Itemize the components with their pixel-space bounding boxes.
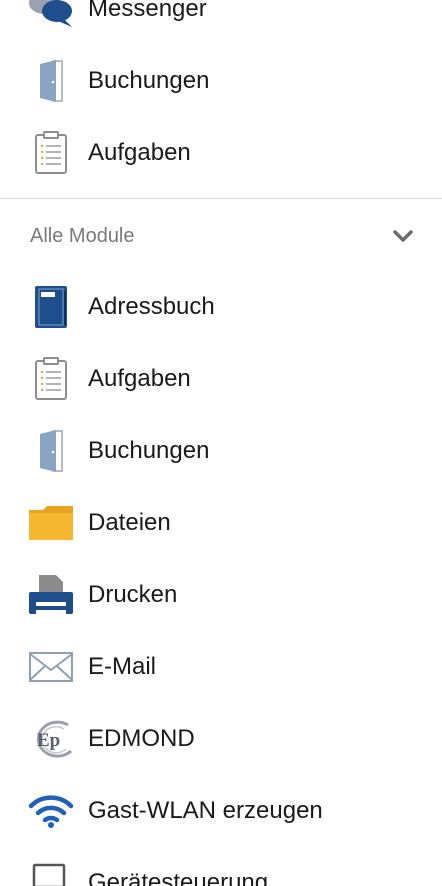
- module-item-gast-wlan[interactable]: Gast-WLAN erzeugen: [0, 775, 442, 847]
- nav-item-label: Messenger: [88, 0, 207, 22]
- nav-item-buchungen[interactable]: Buchungen: [0, 45, 442, 117]
- module-label: Aufgaben: [88, 365, 191, 392]
- navigation-panel: Messenger Buchungen Aufgaben Alle Module…: [0, 0, 442, 886]
- door-icon: [28, 58, 74, 104]
- quick-access-list: Messenger Buchungen Aufgaben: [0, 0, 442, 189]
- module-label: Dateien: [88, 509, 171, 536]
- printer-icon: [28, 572, 74, 618]
- module-item-edmond[interactable]: Ep EDMOND: [0, 703, 442, 775]
- door-icon: [28, 428, 74, 474]
- module-item-aufgaben[interactable]: Aufgaben: [0, 343, 442, 415]
- chevron-down-icon[interactable]: [392, 225, 414, 247]
- address-book-icon: [28, 284, 74, 330]
- module-item-adressbuch[interactable]: Adressbuch: [0, 271, 442, 343]
- module-item-email[interactable]: E-Mail: [0, 631, 442, 703]
- section-divider: [0, 198, 442, 199]
- module-item-geraetesteuerung[interactable]: Gerätesteuerung: [0, 847, 442, 886]
- nav-item-label: Aufgaben: [88, 139, 191, 166]
- module-item-dateien[interactable]: Dateien: [0, 487, 442, 559]
- module-label: Drucken: [88, 581, 178, 608]
- chat-bubbles-icon: [28, 0, 74, 32]
- edmond-logo-icon: Ep: [28, 716, 74, 762]
- module-label: E-Mail: [88, 653, 157, 680]
- module-label: Gast-WLAN erzeugen: [88, 797, 323, 824]
- module-label: Adressbuch: [88, 293, 215, 320]
- module-label: Gerätesteuerung: [88, 869, 269, 886]
- nav-item-messenger[interactable]: Messenger: [0, 0, 442, 45]
- nav-item-aufgaben[interactable]: Aufgaben: [0, 117, 442, 189]
- wifi-icon: [28, 788, 74, 834]
- module-item-buchungen[interactable]: Buchungen: [0, 415, 442, 487]
- nav-item-label: Buchungen: [88, 67, 210, 94]
- laptop-icon: [28, 860, 74, 886]
- module-item-drucken[interactable]: Drucken: [0, 559, 442, 631]
- section-title: Alle Module: [30, 224, 135, 247]
- svg-text:Ep: Ep: [37, 730, 60, 751]
- module-list: Adressbuch Aufgaben Buchungen Dateien Dr…: [0, 271, 442, 886]
- envelope-icon: [28, 644, 74, 690]
- all-modules-header[interactable]: Alle Module: [0, 214, 442, 258]
- module-label: Buchungen: [88, 437, 210, 464]
- clipboard-icon: [28, 130, 74, 176]
- clipboard-icon: [28, 356, 74, 402]
- folder-icon: [28, 500, 74, 546]
- module-label: EDMOND: [88, 725, 195, 752]
